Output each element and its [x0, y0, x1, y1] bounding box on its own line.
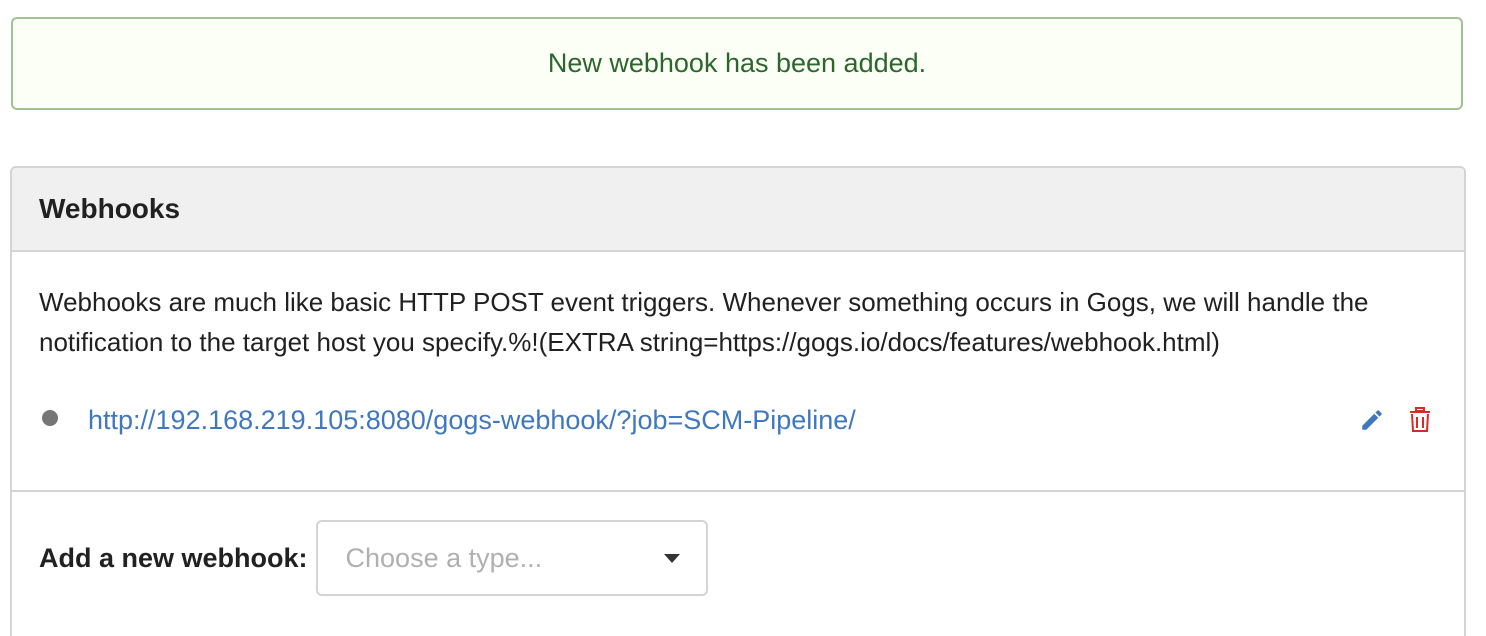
panel-body: Webhooks are much like basic HTTP POST e… [12, 252, 1464, 492]
webhook-actions [1358, 406, 1434, 434]
webhooks-description: Webhooks are much like basic HTTP POST e… [39, 287, 1369, 357]
panel-header: Webhooks [12, 168, 1464, 252]
add-webhook-row: Add a new webhook: Choose a type... [39, 520, 708, 596]
dropdown-placeholder: Choose a type... [345, 542, 543, 573]
webhooks-panel: Webhooks Webhooks are much like basic HT… [10, 166, 1466, 636]
success-message-text: New webhook has been added. [547, 48, 927, 78]
add-webhook-label: Add a new webhook: [39, 542, 308, 573]
trash-icon[interactable] [1406, 406, 1434, 434]
panel-title: Webhooks [39, 193, 181, 224]
webhook-type-dropdown[interactable]: Choose a type... [315, 520, 708, 596]
webhook-url-link[interactable]: http://192.168.219.105:8080/gogs-webhook… [88, 405, 856, 436]
pencil-icon[interactable] [1358, 406, 1386, 434]
webhook-list-item: http://192.168.219.105:8080/gogs-webhook… [42, 400, 1434, 440]
status-dot-icon [42, 410, 58, 426]
caret-down-icon [663, 553, 680, 563]
success-message: New webhook has been added. [11, 17, 1463, 110]
